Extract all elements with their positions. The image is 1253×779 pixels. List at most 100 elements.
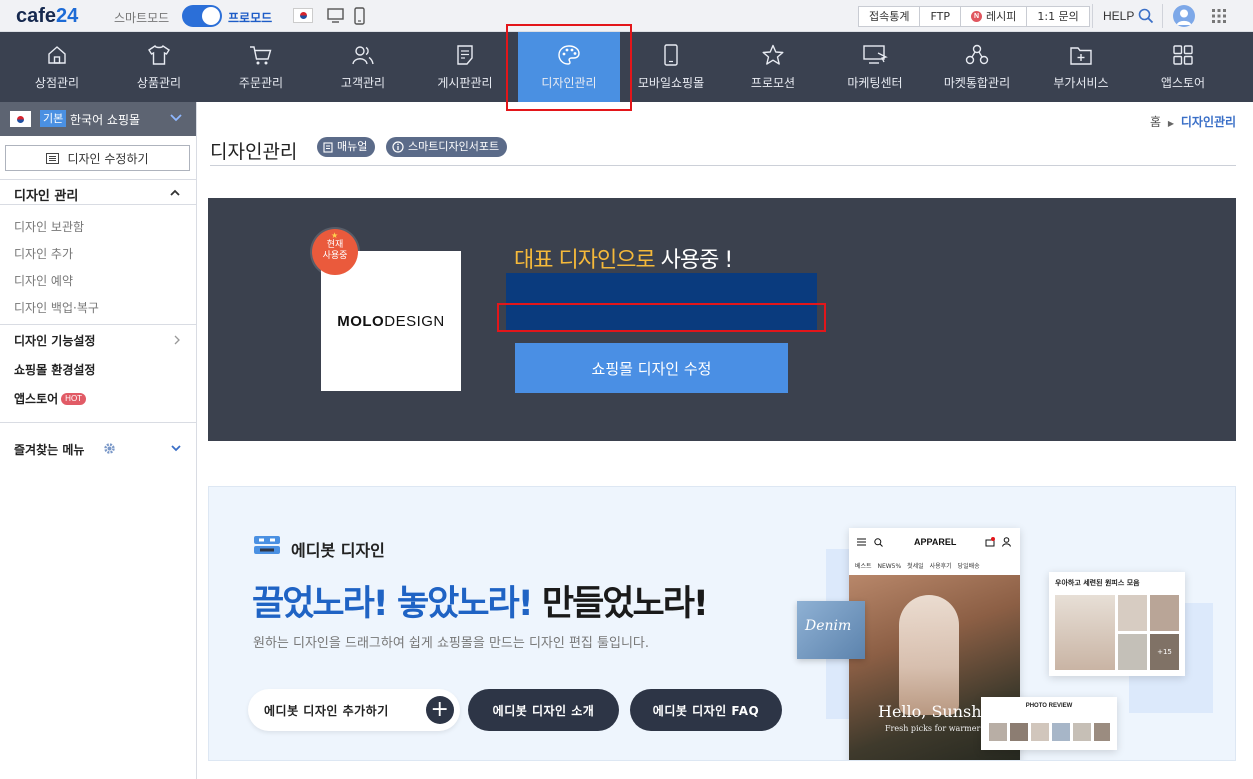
sidebar-item-design-backup[interactable]: 디자인 백업·복구 [14,299,99,316]
cafe24-logo[interactable]: cafe24 [16,5,78,28]
divider [1162,4,1163,28]
store-icon [48,46,66,64]
user-icon[interactable] [1173,5,1195,27]
sidebar-item-appstore[interactable]: 앱스토어 HOT [14,390,87,407]
list-icon [46,152,60,164]
pro-mode-label: 프로모드 [228,11,273,25]
mockup-photo [1010,723,1028,741]
mode-toggle[interactable] [182,5,222,27]
gear-icon[interactable] [103,442,116,455]
quicklinks-group: 접속통계 FTP N 레시피 1:1 문의 [858,6,1090,27]
kr-flag-icon[interactable] [293,8,313,23]
mobile-icon[interactable] [354,7,365,25]
smart-design-support-button[interactable]: 스마트디자인서포트 [386,137,508,157]
mockup-store-title: APPAREL [914,537,957,547]
nav-item-orders[interactable]: 주문관리 [210,32,312,102]
store-selector[interactable]: 기본 한국어 쇼핑몰 [0,102,196,136]
divider [210,165,1236,166]
nav-item-mobile-shop[interactable]: 모바일쇼핑몰 [620,32,722,102]
chevron-up-icon [170,189,180,196]
hot-badge: HOT [61,393,87,405]
editorbot-logo-icon [254,536,280,554]
current-design-panel: MOLODESIGN ★ 현재 사용중 대표 디자인으로 사용중 ! 쇼핑몰 디… [208,198,1236,441]
addon-folder-icon [1070,47,1092,65]
search-icon[interactable] [1138,8,1154,24]
mockup-photo [1031,723,1049,741]
editorbot-intro-button[interactable]: 에디봇 디자인 소개 [468,689,619,731]
edit-design-button[interactable]: 디자인 수정하기 [5,145,190,171]
plus-icon: + [426,696,454,724]
user-icon [1002,537,1011,547]
divider [1092,4,1093,28]
mockup-dress-card: 우아하고 세련된 원피스 모음 +15 [1049,572,1185,676]
mockup-photo [1094,723,1110,741]
in-use-badge: ★ 현재 사용중 [312,229,358,275]
edit-store-design-button[interactable]: 쇼핑몰 디자인 수정 [515,343,788,393]
mobile-icon [664,44,678,66]
apps-grid-icon[interactable] [1212,9,1226,23]
star-icon [762,44,784,65]
nav-item-store[interactable]: 상점관리 [6,32,108,102]
nav-item-customers[interactable]: 고객관리 [312,32,414,102]
manual-button[interactable]: 매뉴얼 [317,137,376,157]
customers-icon [352,46,374,65]
breadcrumb: 홈 ▶ 디자인관리 [1150,115,1237,129]
mockup-review-title: PHOTO REVIEW [1025,703,1073,709]
mockup-photo [1150,595,1179,631]
help-link[interactable]: HELP [1103,9,1134,23]
model-figure [899,595,959,715]
store-name: 한국어 쇼핑몰 [70,113,141,127]
ftp-link[interactable]: FTP [920,7,961,26]
search-icon [874,538,883,547]
mockup-photo [1118,595,1147,631]
mockup-photo [1055,595,1115,670]
add-editorbot-design-button[interactable]: 에디봇 디자인 추가하기 + [248,689,460,731]
cart-icon [985,537,995,547]
sidebar-item-design-features[interactable]: 디자인 기능설정 [14,332,95,349]
board-icon [457,45,473,65]
market-icon [965,44,989,65]
sidebar-section-design-manage[interactable]: 디자인 관리 [0,179,196,205]
in-use-status-text: 대표 디자인으로 사용중 ! [514,248,733,273]
star-icon: ★ [331,231,339,240]
inquiry-link[interactable]: 1:1 문의 [1027,7,1088,26]
editorbot-title: 에디봇 디자인 [291,541,385,560]
nav-item-promotion[interactable]: 프로모션 [722,32,824,102]
stats-link[interactable]: 접속통계 [859,7,921,26]
mockup-photo-review: PHOTO REVIEW [981,697,1117,750]
cart-icon [250,46,272,65]
mockup-photo [989,723,1007,741]
sidebar-item-design-add[interactable]: 디자인 추가 [14,245,73,262]
mockup-photo [1052,723,1070,741]
nav-item-addon[interactable]: 부가서비스 [1030,32,1132,102]
nav-item-board[interactable]: 게시판관리 [414,32,516,102]
recipe-icon: N [970,11,982,22]
sidebar-item-design-storage[interactable]: 디자인 보관함 [14,218,84,235]
menu-icon [857,538,866,546]
breadcrumb-home[interactable]: 홈 [1150,115,1161,129]
sidebar-item-shop-settings[interactable]: 쇼핑몰 환경설정 [14,361,95,378]
nav-item-appstore[interactable]: 앱스토어 [1132,32,1234,102]
marketing-icon [863,45,888,64]
store-default-badge: 기본 [40,110,67,127]
breadcrumb-current: 디자인관리 [1180,115,1237,129]
nav-item-market-integration[interactable]: 마켓통합관리 [926,32,1028,102]
divider [0,422,196,423]
nav-highlight-box [506,24,632,111]
pc-icon[interactable] [327,8,344,24]
info-icon [392,141,404,153]
recipe-link[interactable]: N 레시피 [961,7,1028,26]
sidebar-item-design-reserve[interactable]: 디자인 예약 [14,272,73,289]
chevron-down-icon[interactable] [171,445,181,452]
nav-item-products[interactable]: 상품관리 [108,32,210,102]
design-name-highlight-box [497,303,826,332]
sidebar-favorites[interactable]: 즐겨찾는 메뉴 [14,441,84,458]
divider [0,324,196,325]
sidebar: 기본 한국어 쇼핑몰 디자인 수정하기 디자인 관리 디자인 보관함 디자인 추… [0,102,197,779]
editorbot-faq-button[interactable]: 에디봇 디자인 FAQ [630,689,782,731]
nav-item-marketing[interactable]: 마케팅센터 [824,32,926,102]
kr-flag-icon [10,111,31,127]
shirt-icon [148,44,170,65]
mockup-photo [1073,723,1091,741]
book-icon [323,141,333,153]
